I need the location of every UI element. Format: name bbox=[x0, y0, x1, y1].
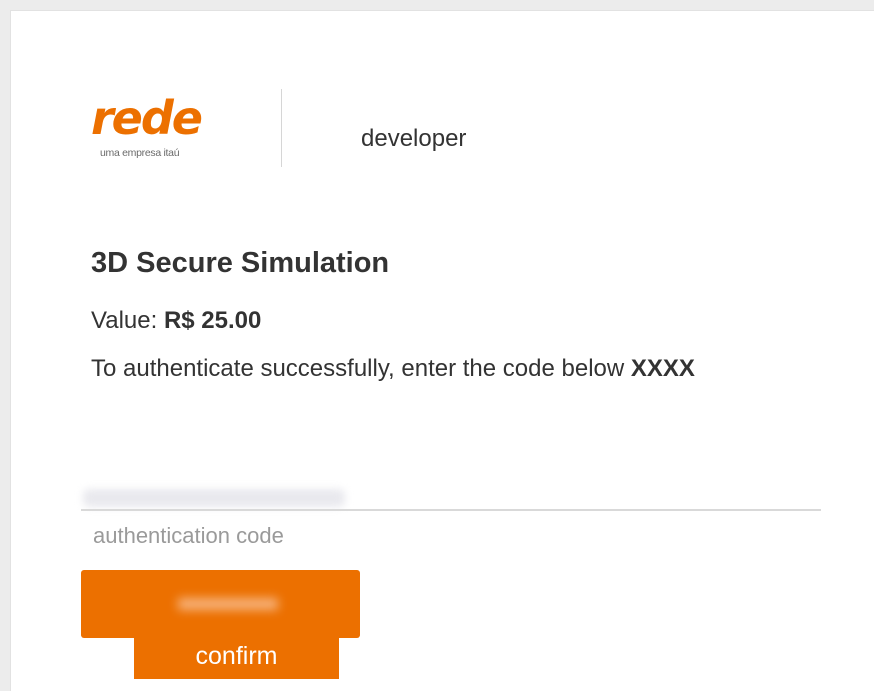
rede-logo: rede uma empresa itaú bbox=[91, 95, 241, 175]
instruction-text: To authenticate successfully, enter the … bbox=[91, 355, 625, 382]
authentication-code-caption: authentication code bbox=[93, 523, 284, 548]
header-divider bbox=[281, 89, 282, 167]
simulation-card: rede uma empresa itaú developer 3D Secur… bbox=[10, 10, 874, 691]
logo-wordmark: rede bbox=[91, 91, 203, 145]
instruction-line: To authenticate successfully, enter the … bbox=[91, 355, 695, 383]
value-amount: R$ 25.00 bbox=[163, 307, 262, 334]
logo-tagline: uma empresa itaú bbox=[100, 147, 180, 159]
page-title: 3D Secure Simulation bbox=[91, 247, 390, 279]
confirm-blur-overlay bbox=[178, 598, 278, 610]
confirm-button-area[interactable]: confirm bbox=[81, 570, 360, 680]
developer-label: developer bbox=[361, 125, 467, 152]
authentication-code-input[interactable] bbox=[81, 481, 821, 511]
value-label: Value: bbox=[91, 307, 158, 334]
value-line: Value: R$ 25.00 bbox=[91, 307, 261, 335]
instruction-code: XXXX bbox=[630, 355, 695, 382]
confirm-button[interactable]: confirm bbox=[134, 632, 339, 679]
